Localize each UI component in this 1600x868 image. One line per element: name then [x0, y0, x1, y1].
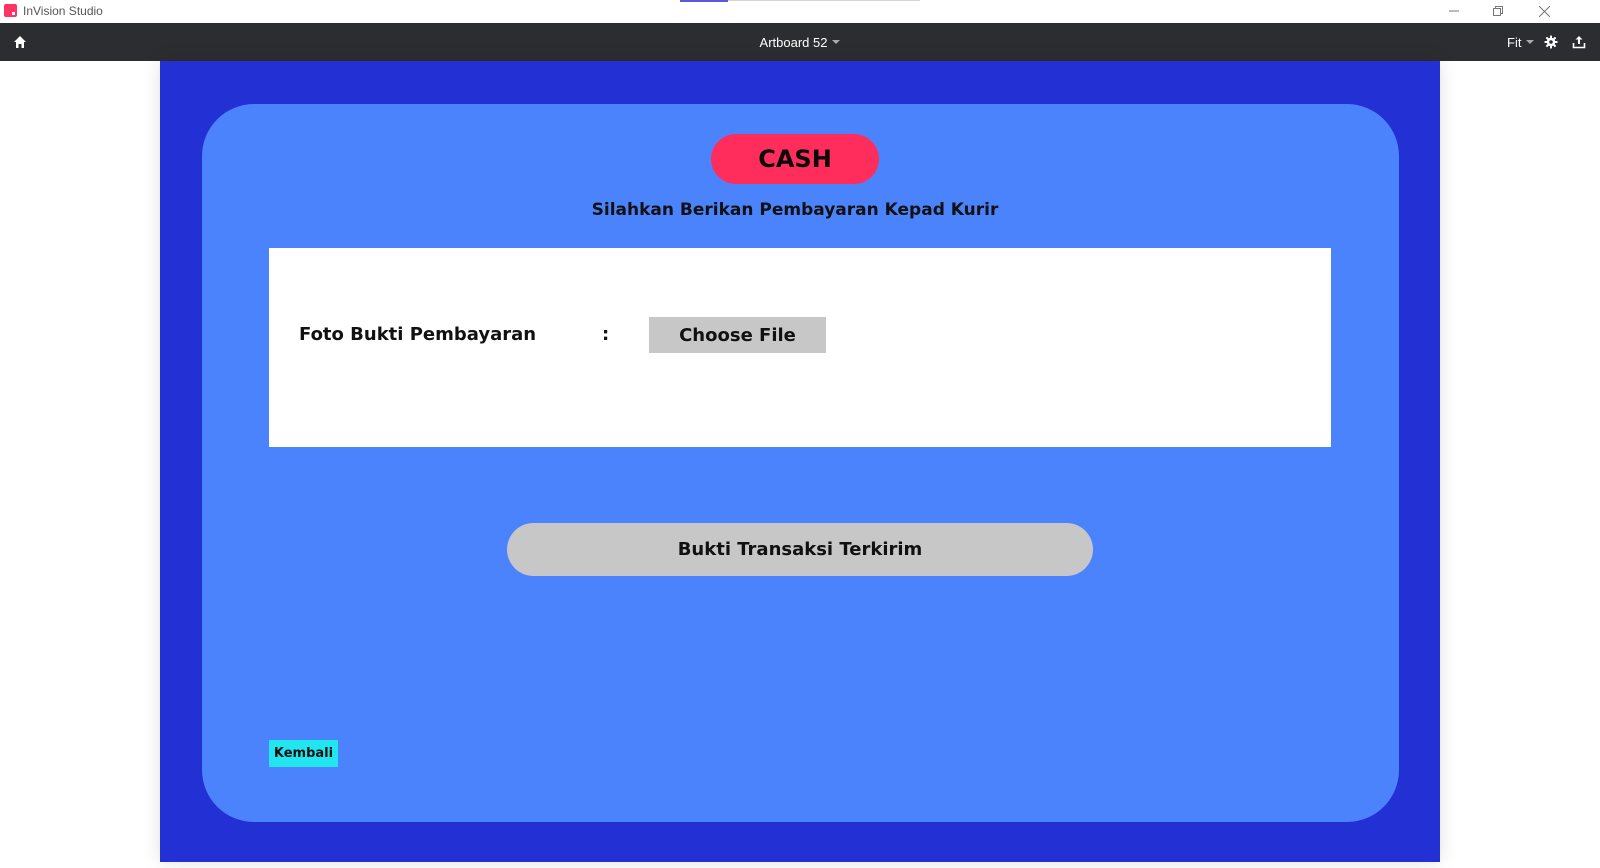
artboard-name: Artboard 52	[759, 34, 828, 50]
upload-form: Foto Bukti Pembayaran : Choose File	[269, 248, 1331, 447]
payment-method-badge: CASH	[711, 134, 879, 184]
field-separator: :	[602, 324, 610, 345]
submit-proof-button[interactable]: Bukti Transaksi Terkirim	[507, 523, 1093, 576]
restore-icon	[1493, 6, 1503, 16]
instruction-text: Silahkan Berikan Pembayaran Kepad Kurir	[591, 200, 999, 220]
studio-toolbar: Artboard 52 Fit	[0, 23, 1600, 61]
app-title: InVision Studio	[23, 4, 103, 18]
minimize-icon	[1449, 10, 1459, 12]
close-button[interactable]	[1522, 0, 1566, 22]
chevron-down-icon	[832, 40, 841, 44]
zoom-select[interactable]: Fit	[1507, 23, 1535, 61]
minimize-button[interactable]	[1432, 0, 1476, 22]
choose-file-button[interactable]: Choose File	[649, 317, 826, 353]
chevron-down-icon	[1526, 40, 1535, 44]
invision-logo-icon	[4, 4, 17, 17]
artboard-selector[interactable]: Artboard 52	[0, 23, 1600, 61]
share-upload-icon[interactable]	[1572, 35, 1586, 49]
close-icon	[1538, 5, 1550, 17]
payment-panel: CASH Silahkan Berikan Pembayaran Kepad K…	[202, 104, 1399, 822]
upload-field-label: Foto Bukti Pembayaran	[299, 324, 537, 345]
zoom-label: Fit	[1507, 34, 1522, 50]
back-button[interactable]: Kembali	[269, 740, 338, 767]
gear-icon[interactable]	[1544, 35, 1558, 49]
canvas: CASH Silahkan Berikan Pembayaran Kepad K…	[0, 61, 1600, 868]
artboard: CASH Silahkan Berikan Pembayaran Kepad K…	[160, 61, 1440, 862]
window-titlebar: InVision Studio	[0, 0, 1600, 23]
title-tab-indicator	[680, 0, 920, 2]
restore-button[interactable]	[1476, 0, 1520, 22]
